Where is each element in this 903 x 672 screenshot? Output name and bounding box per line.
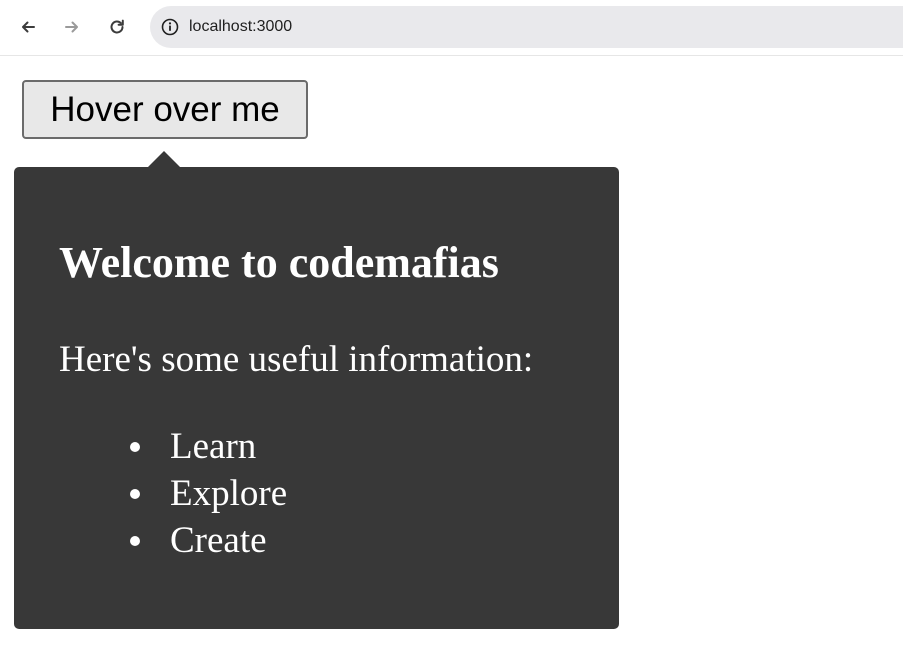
bullet-icon [130,536,140,546]
back-button[interactable] [13,12,43,42]
reload-icon [110,19,124,34]
list-item: Explore [130,470,287,517]
list-item-label: Explore [170,473,288,514]
tooltip-text: Here's some useful information: [59,339,534,380]
tooltip-heading: Welcome to codemafias [59,238,499,287]
bullet-icon [130,442,140,452]
address-bar[interactable]: localhost:3000 [150,6,903,48]
hover-button[interactable]: Hover over me [22,80,308,139]
list-item: Learn [130,423,287,470]
list-item-label: Create [170,520,267,561]
list-item: Create [130,517,287,564]
tooltip-panel: Welcome to codemafias Here's some useful… [14,167,619,629]
tooltip-arrow [147,151,181,168]
browser-toolbar: localhost:3000 [0,0,903,56]
arrow-right-icon [65,21,78,33]
tooltip-list: Learn Explore Create [130,423,287,564]
info-icon[interactable] [161,18,179,36]
arrow-left-icon [22,21,35,33]
reload-button[interactable] [102,12,132,42]
bullet-icon [130,489,140,499]
url-text[interactable]: localhost:3000 [189,18,292,36]
forward-button[interactable] [57,12,87,42]
list-item-label: Learn [170,426,257,467]
